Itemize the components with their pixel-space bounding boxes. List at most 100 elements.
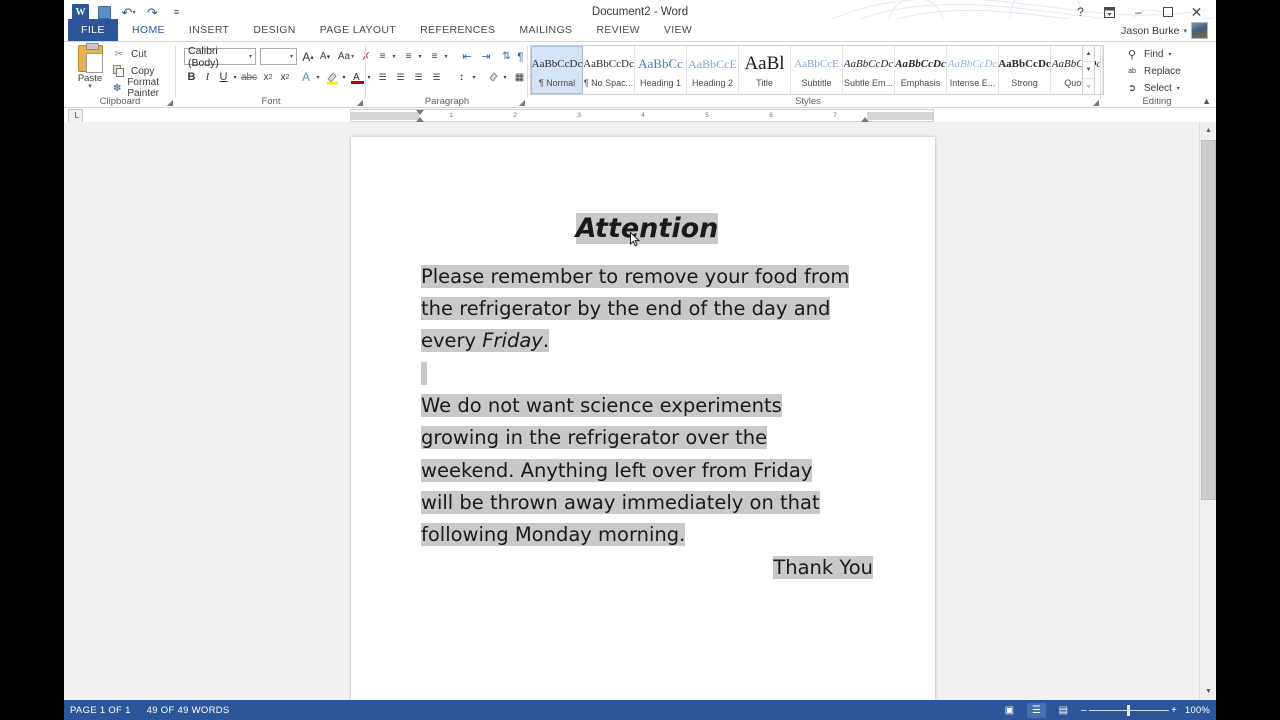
bullets-icon[interactable]: ≡ xyxy=(374,48,391,65)
ribbon-tab-strip[interactable]: FILE HOME INSERT DESIGN PAGE LAYOUT REFERENC… xyxy=(64,19,1216,41)
justify-icon[interactable]: ☰ xyxy=(428,69,445,85)
style-intense-e[interactable]: AaBbCcDc Intense E... xyxy=(947,46,999,94)
multilevel-list-icon[interactable]: ≡ xyxy=(426,48,443,65)
format-painter-button[interactable]: ✽ Format Painter xyxy=(112,77,176,99)
zoom-in-button[interactable]: + xyxy=(1171,705,1177,716)
zoom-level[interactable]: 100% xyxy=(1185,705,1210,716)
tab-page-layout[interactable]: PAGE LAYOUT xyxy=(308,19,408,41)
cut-button[interactable]: ✂ Cut xyxy=(112,47,147,61)
tab-review[interactable]: REVIEW xyxy=(584,19,652,41)
line-spacing-icon[interactable]: ↕ xyxy=(453,69,470,85)
styles-gallery[interactable]: AaBbCcDc ¶ Normal AaBbCcDc ¶ No Spac... AaBb… xyxy=(530,45,1104,95)
find-button[interactable]: ⚲ Find ▾ xyxy=(1125,47,1172,61)
page-info[interactable]: PAGE 1 OF 1 xyxy=(70,705,131,716)
line-spacing-chevron-icon[interactable]: ▾ xyxy=(470,69,478,85)
style-normal[interactable]: AaBbCcDc ¶ Normal xyxy=(531,46,583,94)
tab-references[interactable]: REFERENCES xyxy=(408,19,507,41)
underline-dropdown-chevron-icon[interactable]: ▾ xyxy=(231,69,239,85)
numbering-chevron-icon[interactable]: ▾ xyxy=(416,48,424,65)
zoom-thumb[interactable] xyxy=(1126,704,1130,716)
zoom-slider[interactable]: – + xyxy=(1081,703,1177,717)
font-name-combobox[interactable]: Calibri (Body) ▾ xyxy=(184,45,256,69)
styles-more-icon[interactable]: ▿ xyxy=(1083,79,1094,94)
find-chevron-icon[interactable]: ▾ xyxy=(1168,51,1171,58)
vertical-scrollbar[interactable]: ▲ ▼ xyxy=(1199,122,1216,700)
copy-button[interactable]: Copy xyxy=(112,64,154,78)
print-layout-button[interactable]: ☰ xyxy=(1026,702,1046,718)
tab-insert[interactable]: INSERT xyxy=(177,19,241,41)
text-effects-chevron-icon[interactable]: ▾ xyxy=(314,69,322,85)
tab-design[interactable]: DESIGN xyxy=(241,19,307,41)
scroll-down-icon[interactable]: ▼ xyxy=(1200,683,1216,700)
paragraph[interactable]: Please remember to remove your food from… xyxy=(421,261,873,358)
font-color-icon[interactable]: A xyxy=(349,69,365,85)
style-strong[interactable]: AaBbCcDc Strong xyxy=(998,46,1051,94)
show-marks-icon[interactable]: ¶ xyxy=(513,48,528,65)
bullets-chevron-icon[interactable]: ▾ xyxy=(390,48,398,65)
document-body[interactable]: Attention Please remember to remove your … xyxy=(421,212,873,584)
change-case-icon[interactable]: Aa ▾ xyxy=(335,48,357,65)
replace-button[interactable]: ab Replace xyxy=(1125,64,1181,78)
style-emphasis[interactable]: AaBbCcDc Emphasis xyxy=(895,46,947,94)
highlight-color-icon[interactable] xyxy=(324,69,340,85)
document-canvas[interactable]: Attention Please remember to remove your … xyxy=(64,122,1199,700)
strikethrough-icon[interactable]: abc xyxy=(240,69,258,85)
style-quote[interactable]: AaBbCcDc Quote xyxy=(1051,46,1103,94)
sort-icon[interactable]: ⇅ xyxy=(499,48,514,65)
tab-mailings[interactable]: MAILINGS xyxy=(507,19,584,41)
borders-icon[interactable]: ▦ xyxy=(511,69,528,85)
font-dialog-launcher-icon[interactable]: ◢ xyxy=(357,98,363,107)
document-page[interactable]: Attention Please remember to remove your … xyxy=(351,137,935,700)
word-count[interactable]: 49 OF 49 WORDS xyxy=(147,705,230,716)
select-button[interactable]: ➲ Select ▾ xyxy=(1125,81,1180,95)
style-heading-2[interactable]: AaBbCcE Heading 2 xyxy=(687,46,739,94)
chevron-down-icon[interactable]: ▾ xyxy=(249,53,252,60)
shading-icon[interactable] xyxy=(485,69,502,85)
styles-dialog-launcher-icon[interactable]: ◢ xyxy=(1093,98,1099,107)
paste-dropdown-chevron-icon[interactable]: ▾ xyxy=(72,83,108,90)
italic-icon[interactable]: I xyxy=(200,69,215,85)
select-chevron-icon[interactable]: ▾ xyxy=(1177,85,1180,92)
decrease-indent-icon[interactable]: ⇤ xyxy=(458,48,476,65)
shading-chevron-icon[interactable]: ▾ xyxy=(501,69,509,85)
align-right-icon[interactable]: ☰ xyxy=(410,69,427,85)
font-size-combobox[interactable]: ▾ xyxy=(260,48,297,65)
style-heading-1[interactable]: AaBbCc Heading 1 xyxy=(635,46,687,94)
style-title[interactable]: AaBl Title xyxy=(739,46,791,94)
shrink-font-icon[interactable]: A ▾ xyxy=(317,48,333,65)
multilevel-list-chevron-icon[interactable]: ▾ xyxy=(442,48,450,65)
numbering-icon[interactable]: ≡ xyxy=(400,48,417,65)
paste-button[interactable]: Paste ▾ xyxy=(72,43,108,93)
style-no-spac[interactable]: AaBbCcDc ¶ No Spac... xyxy=(583,46,635,94)
zoom-out-button[interactable]: – xyxy=(1081,705,1087,716)
avatar[interactable] xyxy=(1191,22,1208,39)
text-effects-icon[interactable]: A xyxy=(298,69,314,85)
styles-scroll-up-icon[interactable]: ▲ xyxy=(1083,46,1094,63)
clipboard-dialog-launcher-icon[interactable]: ◢ xyxy=(167,98,173,107)
user-menu-chevron-icon[interactable]: ▾ xyxy=(1183,27,1187,35)
ribbon-tabs[interactable]: HOME INSERT DESIGN PAGE LAYOUT REFERENCES MAI… xyxy=(120,19,704,41)
document-heading[interactable]: Attention xyxy=(421,212,873,247)
tab-file[interactable]: FILE xyxy=(68,19,118,41)
align-left-icon[interactable]: ☰ xyxy=(374,69,391,85)
superscript-icon[interactable]: x2 xyxy=(277,69,293,85)
underline-icon[interactable]: U xyxy=(216,69,231,85)
paragraph[interactable]: Thank You xyxy=(421,552,873,584)
first-line-indent-marker[interactable] xyxy=(416,110,424,115)
tab-view[interactable]: VIEW xyxy=(652,19,704,41)
scrollbar-thumb[interactable] xyxy=(1201,140,1216,500)
style-subtitle[interactable]: AaBbCcE Subtitle xyxy=(791,46,843,94)
increase-indent-icon[interactable]: ⇥ xyxy=(477,48,495,65)
styles-scroll-down-icon[interactable]: ▼ xyxy=(1083,62,1094,79)
horizontal-ruler[interactable]: 1 2 3 4 5 6 7 xyxy=(350,109,934,122)
read-mode-button[interactable]: ▣ xyxy=(1000,703,1019,718)
user-account[interactable]: Jason Burke ▾ xyxy=(1121,22,1208,39)
bold-icon[interactable]: B xyxy=(184,69,199,85)
highlight-chevron-icon[interactable]: ▾ xyxy=(340,69,348,85)
scroll-up-icon[interactable]: ▲ xyxy=(1200,122,1216,139)
chevron-up-icon[interactable]: ▲ xyxy=(1202,96,1211,106)
paragraph[interactable]: We do not want science experiments growin… xyxy=(421,390,873,552)
grow-font-icon[interactable]: A ▴ xyxy=(300,48,316,65)
paragraph[interactable] xyxy=(421,358,873,390)
align-center-icon[interactable]: ☰ xyxy=(392,69,409,85)
